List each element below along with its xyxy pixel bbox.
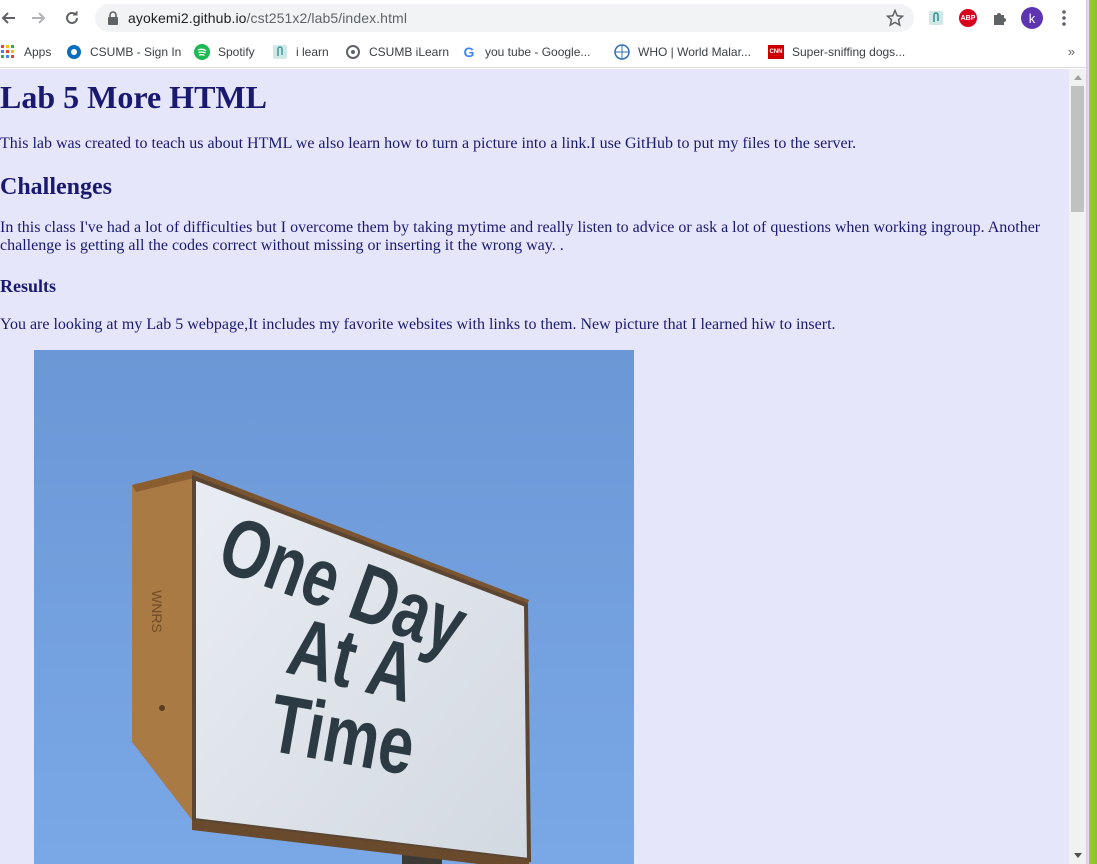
- url-text[interactable]: ayokemi2.github.io/cst251x2/lab5/index.h…: [128, 10, 407, 26]
- extension-adblock-button[interactable]: ABP: [958, 8, 978, 28]
- bookmark-label: CSUMB - Sign In: [90, 45, 182, 59]
- page-title: Lab 5 More HTML: [0, 79, 267, 115]
- spotify-icon: [194, 44, 210, 60]
- address-bar[interactable]: ayokemi2.github.io/cst251x2/lab5/index.h…: [95, 4, 914, 32]
- forward-button[interactable]: [27, 6, 51, 30]
- post-label: WNRS: [149, 590, 165, 633]
- scroll-thumb[interactable]: [1071, 86, 1084, 212]
- csumb-ilearn-icon: [345, 44, 361, 60]
- intro-paragraph: This lab was created to teach us about H…: [0, 135, 857, 152]
- lock-icon: [108, 11, 118, 25]
- photo-link[interactable]: WNRS One Day At A Time: [34, 350, 634, 864]
- forward-arrow-icon: [32, 12, 46, 24]
- apps-grid-icon: [0, 44, 16, 60]
- bookmark-you-tube-google[interactable]: G you tube - Google...: [461, 42, 591, 62]
- google-icon: G: [463, 44, 475, 60]
- csumb-icon: [66, 44, 82, 60]
- back-button[interactable]: [0, 6, 20, 30]
- browser-toolbar: ayokemi2.github.io/cst251x2/lab5/index.h…: [0, 0, 1097, 36]
- bookmark-apps[interactable]: Apps: [0, 42, 51, 62]
- more-vertical-icon: [1062, 10, 1066, 26]
- puzzle-icon: [994, 13, 1006, 25]
- scroll-down-button[interactable]: [1069, 847, 1086, 864]
- bookmark-i-learn[interactable]: i learn: [272, 42, 329, 62]
- results-paragraph: You are looking at my Lab 5 webpage,It i…: [0, 316, 836, 333]
- window-edge: [1086, 0, 1097, 864]
- bookmark-label: Apps: [24, 45, 52, 59]
- bookmark-label: Super-sniffing dogs...: [792, 45, 906, 59]
- cnn-icon: CNN: [768, 44, 784, 60]
- one-day-at-a-time-photo: WNRS One Day At A Time: [34, 350, 634, 864]
- extensions-menu-button[interactable]: [990, 8, 1010, 28]
- reload-icon: [66, 11, 78, 24]
- bookmark-label: i learn: [296, 45, 329, 59]
- bookmark-label: WHO | World Malar...: [638, 45, 751, 59]
- bookmark-label: CSUMB iLearn: [369, 45, 450, 59]
- bookmark-super-sniffing-dogs[interactable]: CNN Super-sniffing dogs...: [768, 42, 905, 62]
- extension-clip-button[interactable]: [926, 8, 946, 28]
- who-icon: [614, 44, 630, 60]
- scroll-up-button[interactable]: [1069, 69, 1086, 86]
- results-heading: Results: [0, 276, 57, 296]
- bookmark-label: Spotify: [218, 45, 255, 59]
- profile-avatar[interactable]: k: [1021, 7, 1043, 29]
- bookmark-spotify[interactable]: Spotify: [194, 42, 255, 62]
- adblock-icon: ABP: [959, 9, 977, 27]
- bookmark-csumb-sign-in[interactable]: CSUMB - Sign In: [66, 42, 181, 62]
- reload-button[interactable]: [60, 6, 84, 30]
- challenges-paragraph: In this class I've had a lot of difficul…: [0, 219, 1041, 254]
- scroll-down-arrow-icon: [1073, 853, 1082, 858]
- back-arrow-icon: [1, 12, 15, 24]
- vertical-scrollbar[interactable]: [1069, 69, 1086, 864]
- paperclip-icon: [929, 11, 943, 25]
- url-path: /cst251x2/lab5/index.html: [246, 10, 408, 26]
- bookmarks-bar: Apps CSUMB - Sign In Spotify i learn CSU…: [0, 36, 1097, 68]
- more-bookmarks-button[interactable]: »: [1068, 44, 1075, 59]
- bookmark-who-malaria[interactable]: WHO | World Malar...: [614, 42, 751, 62]
- cnn-label: CNN: [768, 45, 784, 59]
- scroll-up-arrow-icon: [1073, 75, 1082, 80]
- ilearn-icon: [272, 44, 288, 60]
- bookmark-label: you tube - Google...: [485, 45, 591, 59]
- bookmark-star-icon[interactable]: [886, 9, 904, 27]
- page-viewport: Lab 5 More HTML This lab was created to …: [0, 69, 1069, 864]
- browser-menu-button[interactable]: [1054, 8, 1074, 28]
- url-host: ayokemi2.github.io: [128, 10, 247, 26]
- bookmark-csumb-ilearn[interactable]: CSUMB iLearn: [345, 42, 449, 62]
- challenges-heading: Challenges: [0, 174, 113, 200]
